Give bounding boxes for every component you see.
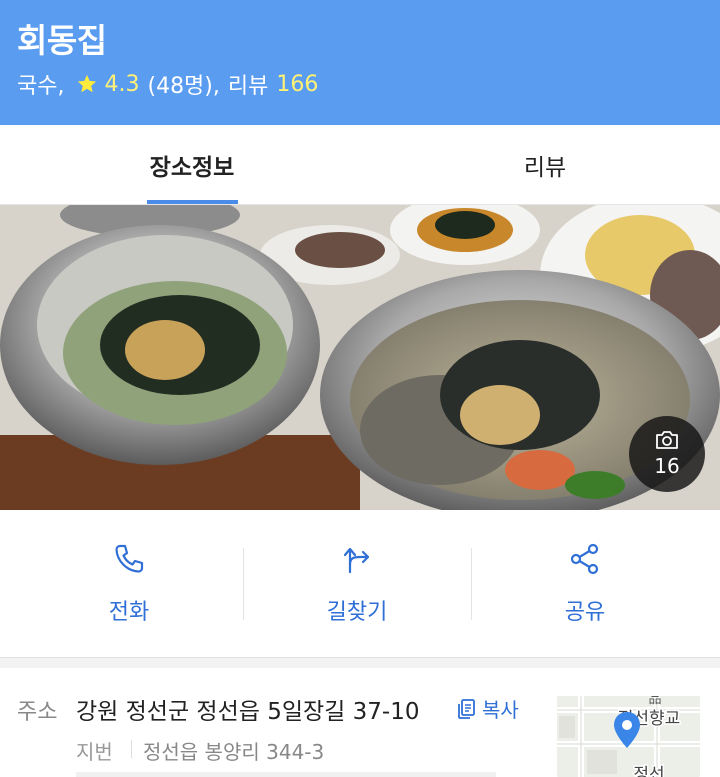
review-label: 리뷰 [227, 74, 269, 99]
copy-icon [458, 698, 475, 719]
share-icon [570, 543, 599, 575]
section-gap [0, 658, 720, 668]
address-section: 주소 강원 정선군 정선읍 5일장길 37-10 복사 지번 정선읍 봉양리 3… [0, 668, 720, 777]
address-label: 주소 [17, 700, 58, 725]
camera-icon [656, 431, 678, 449]
review-count[interactable]: 166 [276, 72, 318, 97]
phone-icon [115, 544, 144, 573]
lot-separator [131, 740, 132, 758]
tab-review[interactable]: 리뷰 [445, 125, 645, 205]
star-icon [78, 74, 97, 93]
photo-count-badge[interactable]: 16 [629, 416, 705, 492]
call-label: 전화 [108, 600, 150, 625]
place-photo[interactable] [0, 205, 720, 510]
map-image: 品 정선향교 정선 [557, 696, 700, 777]
address-divider [76, 772, 496, 777]
photo-count: 16 [654, 454, 680, 478]
road-address: 강원 정선군 정선읍 5일장길 37-10 [76, 699, 420, 725]
place-title: 회동집 [17, 21, 107, 60]
directions-icon [343, 547, 370, 574]
category-label: 국수, [17, 74, 65, 99]
tab-place-info[interactable]: 장소정보 [92, 125, 292, 205]
place-header: 회동집 국수, 4.3 (48명), 리뷰 166 [0, 0, 720, 125]
lot-address-label: 지번 [76, 740, 113, 764]
directions-button[interactable]: 길찾기 [243, 510, 471, 658]
share-label: 공유 [564, 600, 606, 625]
map-thumbnail[interactable]: 品 정선향교 정선 [557, 696, 700, 777]
directions-label: 길찾기 [326, 600, 388, 625]
place-meta: 국수, 4.3 (48명), 리뷰 166 [17, 68, 318, 100]
rating-value[interactable]: 4.3 [104, 72, 139, 97]
rating-count: (48명), [147, 74, 220, 99]
share-button[interactable]: 공유 [471, 510, 699, 658]
food-photo-image [0, 205, 720, 510]
svg-text:品: 品 [648, 696, 661, 707]
map-label-jeongseon: 정선 [633, 765, 664, 777]
tab-active-indicator [147, 200, 238, 204]
action-bar: 전화 길찾기 공유 [0, 510, 720, 658]
tab-bar: 장소정보 리뷰 [0, 125, 720, 205]
copy-address-button[interactable]: 복사 [456, 694, 519, 723]
copy-label: 복사 [482, 698, 519, 722]
call-button[interactable]: 전화 [15, 510, 243, 658]
lot-address: 정선읍 봉양리 344-3 [143, 740, 325, 764]
